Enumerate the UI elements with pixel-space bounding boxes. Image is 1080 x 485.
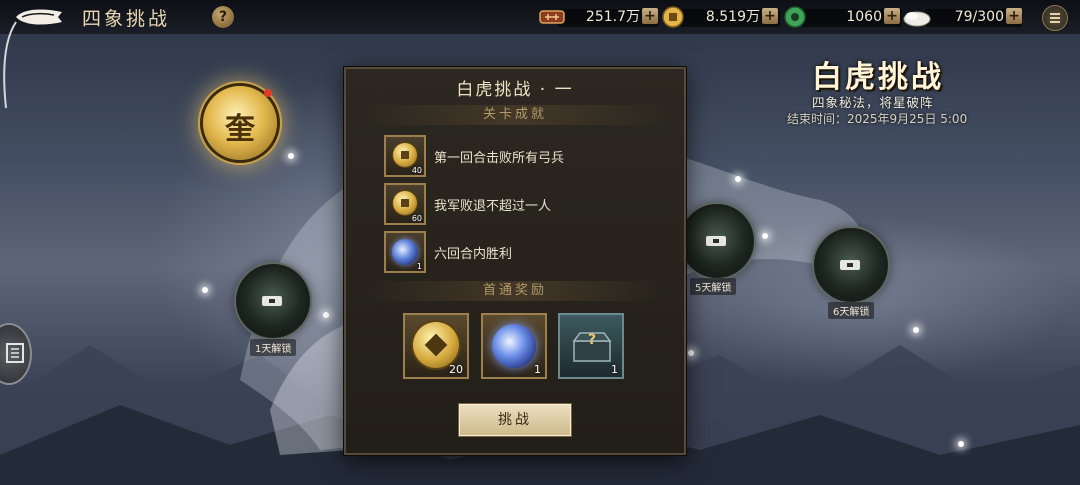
achievement-row: 60 我军败退不超过一人 [384, 183, 654, 227]
star [958, 441, 964, 447]
notification-dot [264, 89, 272, 97]
unlock-countdown-label: 5天解锁 [690, 278, 737, 295]
lock-icon [706, 236, 726, 246]
star [735, 176, 741, 182]
star [288, 153, 294, 159]
resource-value: 79/300 [954, 9, 1004, 25]
rewards-header: 首通奖励 [362, 281, 668, 301]
locked-stage-node[interactable] [680, 204, 754, 278]
locked-stage-node[interactable] [814, 228, 888, 302]
resource-tiger-token: 251.7万 + [538, 7, 658, 27]
event-subtitle: 四象秘法，将星破阵 [812, 95, 934, 110]
achievements-header: 关卡成就 [362, 105, 668, 125]
star [202, 287, 208, 293]
lock-icon [840, 260, 860, 270]
resource-rice: 79/300 + [902, 7, 1022, 27]
add-resource-button[interactable]: + [762, 8, 778, 24]
page-title: 四象挑战 [82, 8, 171, 30]
event-title: 白虎挑战 [812, 60, 944, 95]
resource-jade: 1060 + [784, 6, 902, 28]
gold-coin-icon: 60 [384, 183, 426, 225]
gold-coin-icon [413, 322, 459, 368]
decorative-arc [3, 21, 17, 109]
resource-value: 251.7万 [585, 9, 640, 25]
coin-shape [393, 143, 417, 167]
challenge-button[interactable]: 挑战 [458, 403, 572, 437]
current-stage-node[interactable]: 奎 [203, 86, 277, 160]
achievement-text: 第一回合击败所有弓兵 [434, 151, 565, 166]
menu-button[interactable] [1042, 5, 1068, 31]
orb-shape [392, 239, 418, 265]
blue-orb-icon: 1 [384, 231, 426, 273]
reward-quantity: 1 [611, 363, 618, 376]
gold-coin-icon [662, 6, 684, 28]
resource-value: 8.519万 [705, 9, 760, 25]
menu-icon [1050, 13, 1060, 15]
achievement-text: 六回合内胜利 [434, 247, 513, 262]
menu-icon [1050, 17, 1060, 19]
reward-quantity: 20 [449, 363, 463, 376]
add-resource-button[interactable]: + [1006, 8, 1022, 24]
reward-item[interactable]: 1 [481, 313, 547, 379]
star [762, 233, 768, 239]
add-resource-button[interactable]: + [884, 8, 900, 24]
reward-item[interactable]: 20 [403, 313, 469, 379]
menu-icon [1050, 21, 1060, 23]
gold-coin-icon: 40 [384, 135, 426, 177]
unlock-countdown-label: 1天解锁 [250, 339, 297, 356]
star [688, 350, 694, 356]
jade-icon [784, 6, 806, 28]
reward-quantity: 60 [411, 214, 422, 223]
mystery-chest-icon: ? [572, 332, 612, 362]
reward-item[interactable]: ? 1 [558, 313, 624, 379]
svg-text:?: ? [588, 332, 596, 348]
unlock-countdown-label: 6天解锁 [828, 302, 875, 319]
blue-orb-icon [492, 324, 536, 368]
achievement-row: 1 六回合内胜利 [384, 231, 654, 275]
achievement-row: 40 第一回合击败所有弓兵 [384, 135, 654, 179]
coin-shape [393, 191, 417, 215]
stage-node-label: 奎 [225, 112, 255, 147]
resource-value: 1060 [846, 9, 882, 25]
tiger-token-icon [539, 10, 565, 24]
stage-detail-dialog: 白虎挑战 · 一 关卡成就 40 第一回合击败所有弓兵 60 我军败退不超过一人… [344, 67, 686, 455]
dialog-title: 白虎挑战 · 一 [456, 80, 574, 100]
resource-gold-coin: 8.519万 + [662, 6, 780, 28]
top-bar: 四象挑战 ? 251.7万 + 8.519万 + 1060 + 79/300 + [0, 0, 1080, 34]
help-button[interactable]: ? [212, 6, 234, 28]
star [323, 312, 329, 318]
event-end-time: 结束时间：2025年9月25日 5:00 [787, 112, 968, 126]
star [913, 327, 919, 333]
lock-icon [262, 296, 282, 306]
add-resource-button[interactable]: + [642, 8, 658, 24]
reward-quantity: 40 [411, 166, 422, 175]
rice-icon [903, 11, 931, 27]
reward-quantity: 1 [534, 363, 541, 376]
seal-icon [6, 343, 24, 363]
reward-quantity: 1 [416, 262, 422, 271]
achievement-text: 我军败退不超过一人 [434, 199, 552, 214]
back-button[interactable] [14, 6, 66, 28]
locked-stage-node[interactable] [236, 264, 310, 338]
